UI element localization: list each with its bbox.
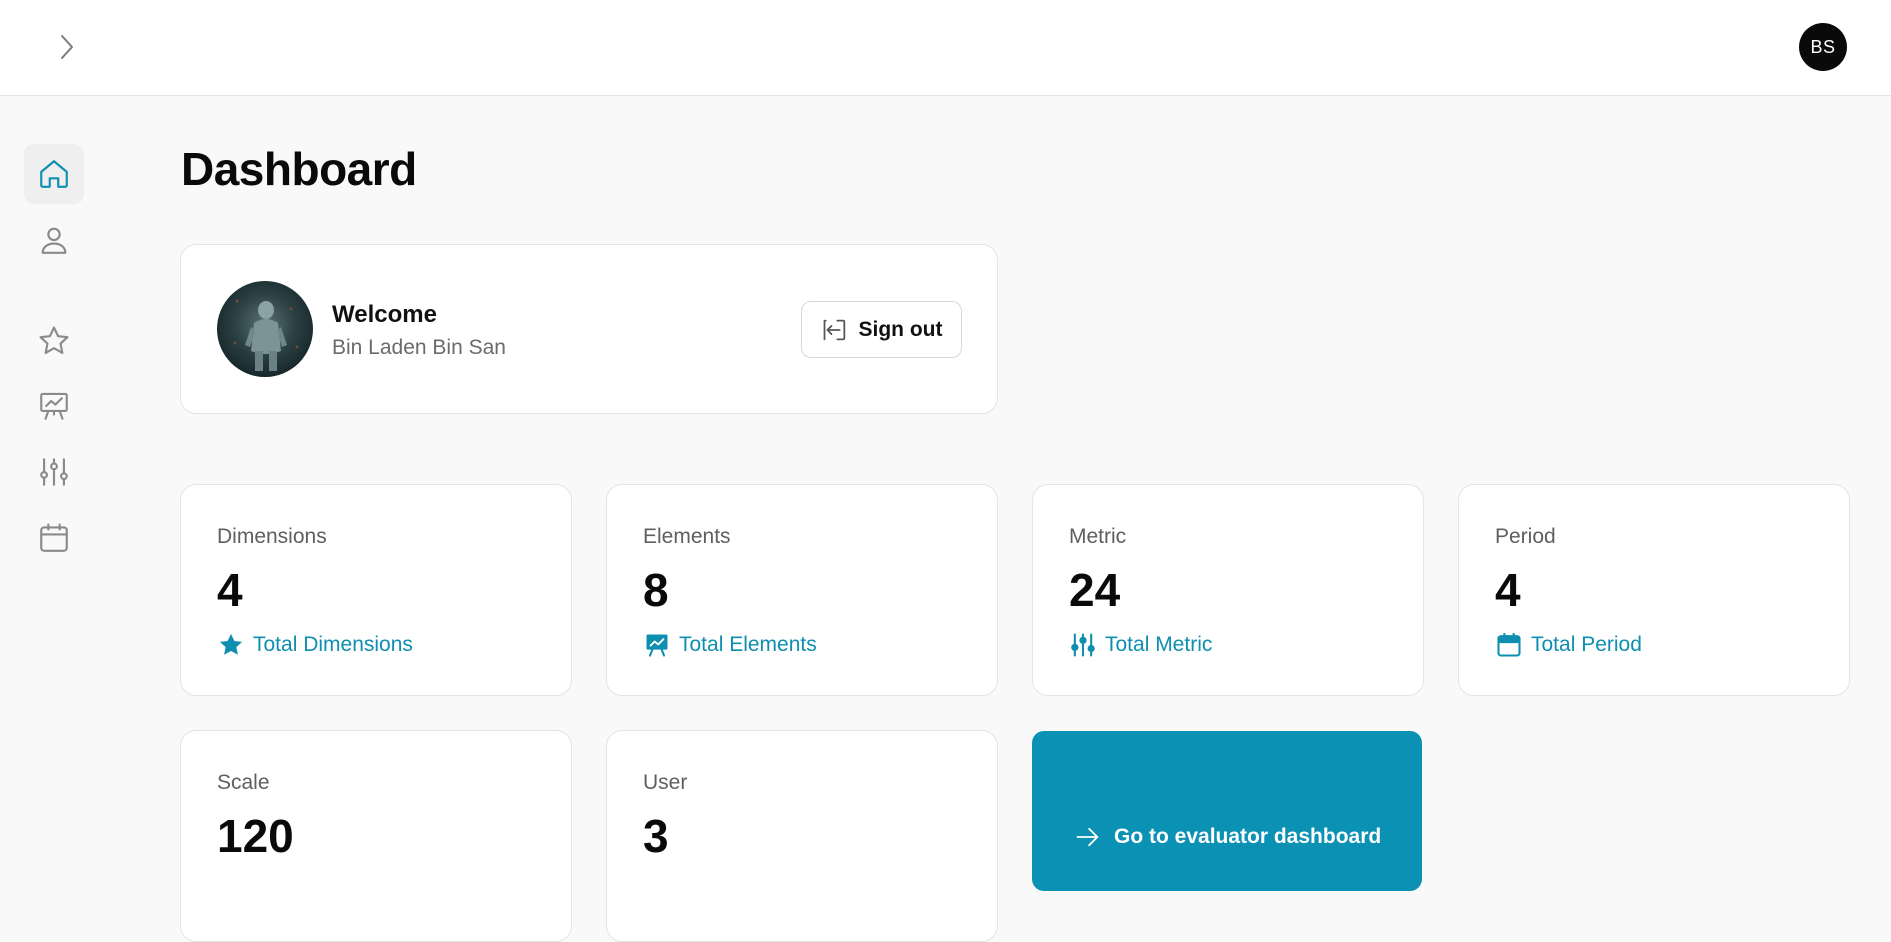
sign-out-label: Sign out [858,317,943,341]
expand-sidebar-button[interactable] [48,28,86,66]
knight-icon [233,299,299,371]
stat-value: 24 [1069,564,1121,616]
cta-label: Go to evaluator dashboard [1114,825,1382,848]
user-initials: BS [1810,36,1836,57]
stat-card-user[interactable]: User 3 [606,730,998,942]
sliders-icon [1071,633,1095,657]
sidebar-item-dimensions[interactable] [24,311,84,371]
chevron-right-icon [61,35,73,59]
sidebar-item-elements[interactable] [24,376,84,436]
star-icon [219,633,243,655]
stat-value: 4 [1495,564,1521,616]
stat-footer: Total Period [1495,631,1642,659]
sliders-icon [40,458,68,486]
evaluator-dashboard-button[interactable]: Go to evaluator dashboard [1032,731,1422,891]
home-icon [40,160,68,188]
stat-label: Dimensions [217,525,327,548]
stat-card-elements[interactable]: Elements 8 Total Elements [606,484,998,696]
user-name: Bin Laden Bin San [332,336,506,359]
stat-card-metric[interactable]: Metric 24 Total Metric [1032,484,1424,696]
stat-value: 120 [217,810,294,862]
stat-footer: Total Dimensions [217,631,413,659]
stat-label: Elements [643,525,731,548]
stat-label: Scale [217,771,270,794]
sidebar-item-period[interactable] [24,508,84,568]
top-bar: BS [0,0,1891,96]
stat-label: Metric [1069,525,1127,548]
stat-footer-label: Total Period [1531,633,1642,656]
stat-card-dimensions[interactable]: Dimensions 4 Total Dimensions [180,484,572,696]
welcome-card: Welcome Bin Laden Bin San Sign out [180,244,998,414]
user-icon [41,227,67,254]
stat-footer-label: Total Elements [679,633,817,656]
stat-value: 3 [643,810,669,862]
arrow-right-icon [1076,827,1099,847]
stat-label: Period [1495,525,1556,548]
stat-card-scale[interactable]: Scale 120 [180,730,572,942]
welcome-title: Welcome [332,301,437,328]
sidebar-item-profile[interactable] [24,210,84,270]
page-title: Dashboard [181,143,417,195]
presentation-chart-icon [40,392,68,420]
sign-out-icon [823,319,845,340]
profile-avatar [217,281,313,377]
stat-footer: Total Metric [1069,631,1212,659]
sidebar [0,96,110,871]
user-avatar[interactable]: BS [1799,23,1847,71]
sign-out-button[interactable]: Sign out [801,301,962,358]
stat-footer-label: Total Dimensions [253,633,413,656]
stat-label: User [643,771,688,794]
stat-value: 4 [217,564,243,616]
cta-content: Go to evaluator dashboard [1074,823,1381,851]
stat-footer-label: Total Metric [1105,633,1213,656]
star-icon [39,326,69,354]
stat-card-period[interactable]: Period 4 Total Period [1458,484,1850,696]
calendar-icon [40,523,68,552]
stat-footer: Total Elements [643,631,817,659]
calendar-icon [1497,632,1521,657]
presentation-chart-icon [646,634,668,657]
sidebar-item-home[interactable] [24,144,84,204]
sidebar-item-metric[interactable] [24,442,84,502]
stat-value: 8 [643,564,669,616]
